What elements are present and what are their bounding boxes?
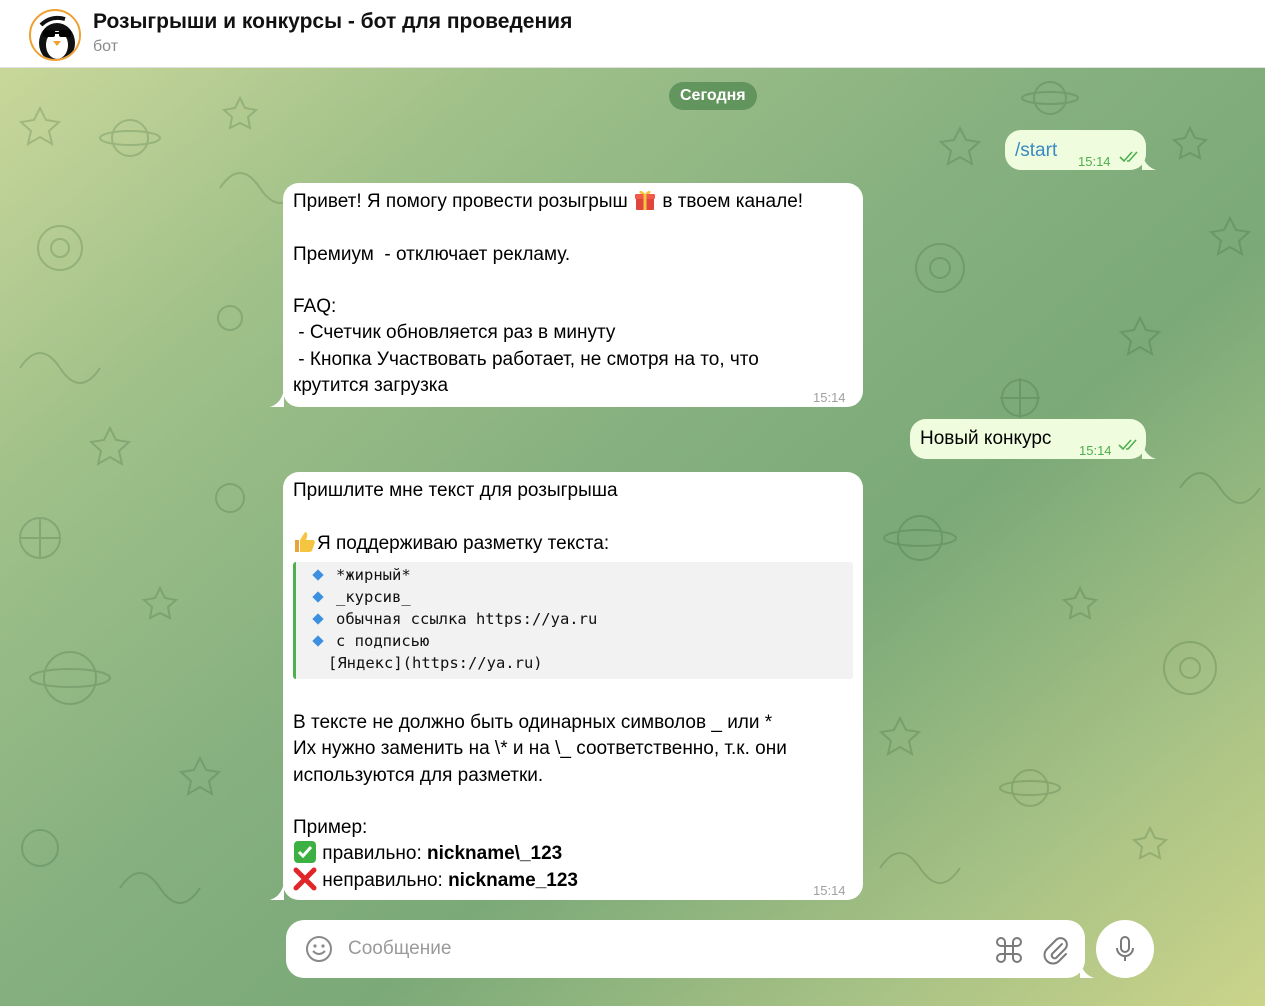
code-item: обычная ссылка https://ya.ru [310,608,853,630]
message-line: FAQ: [293,296,337,318]
code-item: *жирный* [310,564,853,586]
code-block[interactable]: *жирный* _курсив_ обычная ссылка https:/… [293,562,853,679]
bubble-tail [270,882,284,900]
message-out-new-contest[interactable]: Новый конкурс 15:14 [910,419,1146,459]
code-item: [Яндекс](https://ya.ru) [328,654,543,672]
chat-area[interactable]: Сегодня /start 15:14 Привет! Я помогу пр… [0,68,1265,1006]
message-input[interactable] [348,936,968,962]
thumbs-up-icon [295,531,315,552]
bubble-tail [1142,152,1156,170]
bot-avatar[interactable] [29,9,81,61]
message-line: - Кнопка Участвовать работает, не смотря… [293,348,759,370]
bullet-diamond-icon [312,591,324,603]
smiley-icon[interactable] [305,935,333,963]
message-line: Их нужно заменить на \* и на \_ соответс… [293,738,787,760]
bullet-diamond-icon [312,613,324,625]
message-time: 15:14 [1079,443,1112,458]
example-correct: правильно: nickname\_123 [293,841,853,867]
message-out-start[interactable]: /start 15:14 [1005,130,1146,170]
chat-subtitle: бот [93,38,119,55]
composer-tail [1080,960,1094,978]
message-line: В тексте не должно быть одинарных символ… [293,712,773,733]
cross-mark-icon [293,867,317,891]
double-check-icon [1118,439,1137,451]
message-time: 15:14 [813,883,846,898]
bullet-diamond-icon [312,635,324,647]
double-check-icon [1119,151,1138,163]
message-text[interactable]: Новый конкурс [920,426,1051,452]
code-item: _курсив_ [310,586,853,608]
example-wrong: неправильно: nickname_123 [293,867,853,894]
message-line [293,215,853,241]
chat-title[interactable]: Розыгрыши и конкурсы - бот для проведени… [93,10,572,34]
bubble-tail [270,389,284,407]
paperclip-icon[interactable] [1042,935,1070,965]
message-line: Премиум - отключает рекламу. [293,243,571,265]
message-line: Пришлите мне текст для розыгрыша [293,480,618,501]
gift-icon [635,190,656,210]
command-icon[interactable] [994,935,1024,965]
bubble-tail [1142,441,1156,459]
message-composer [286,920,1085,978]
voice-record-button[interactable] [1096,920,1154,978]
message-line [293,268,853,294]
message-line: - Счетчик обновляется раз в минуту [293,322,616,344]
bullet-diamond-icon [312,569,324,581]
message-line: Я поддерживаю разметку текста: [293,531,609,557]
code-item: с подписью [310,630,853,652]
chat-header: Розыгрыши и конкурсы - бот для проведени… [0,0,1265,68]
message-line: используются для разметки. [293,764,544,786]
message-in-instructions[interactable]: Пришлите мне текст для розыгрыша Я подде… [283,472,863,900]
example-title: Пример: [293,817,368,838]
message-time: 15:14 [813,390,846,405]
check-mark-icon [294,841,316,864]
microphone-icon [1116,936,1134,961]
message-line: Привет! Я помогу провести розыгрыш в тво… [293,189,853,215]
date-separator: Сегодня [669,82,757,110]
message-line: крутится загрузка [293,375,449,397]
message-time: 15:14 [1078,154,1111,169]
message-in-welcome[interactable]: Привет! Я помогу провести розыгрыш в тво… [283,183,863,407]
message-text[interactable]: /start [1015,138,1057,164]
